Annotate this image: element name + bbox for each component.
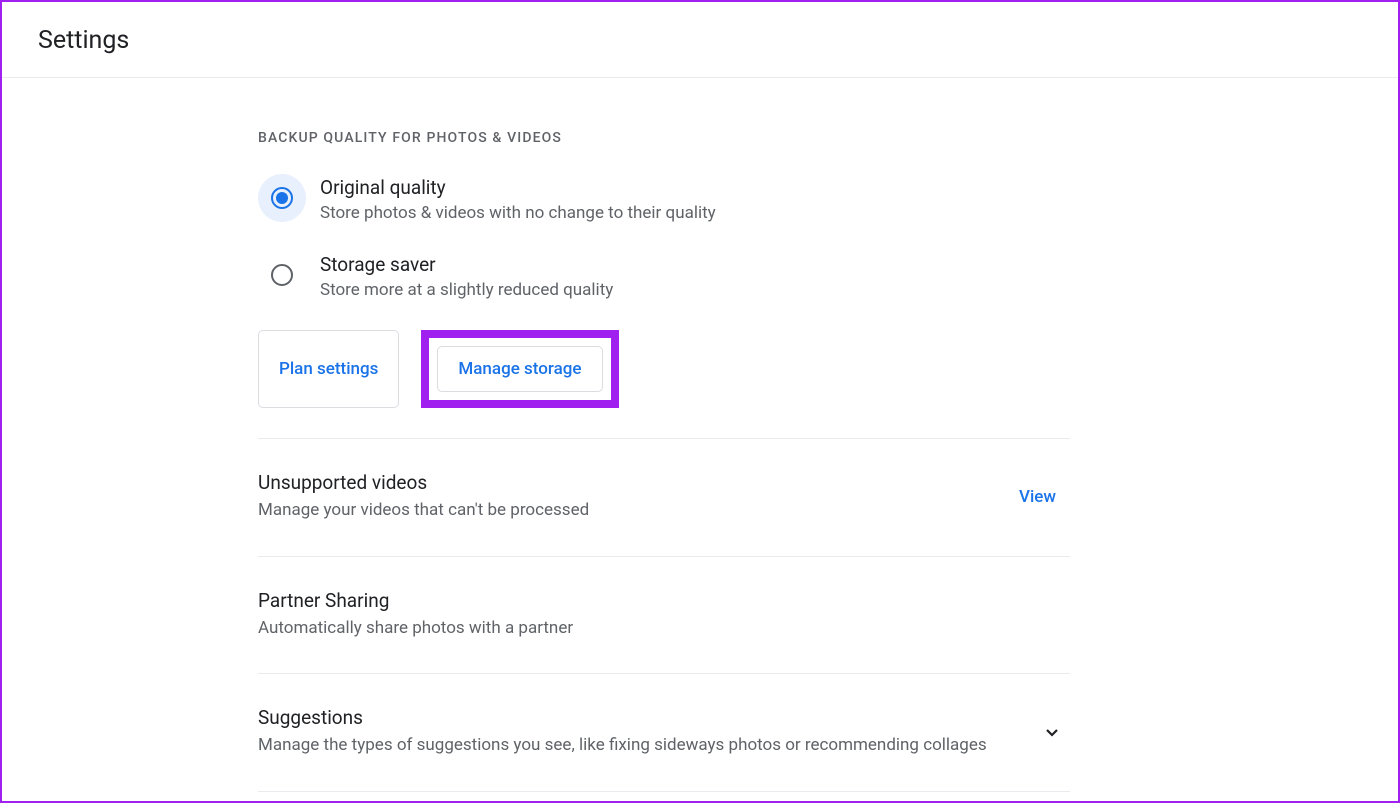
radio-text-block: Storage saver Store more at a slightly r… bbox=[320, 251, 613, 300]
radio-indicator-original bbox=[258, 174, 306, 222]
backup-quality-heading: Backup quality for photos & videos bbox=[258, 130, 1070, 146]
radio-description: Store more at a slightly reduced quality bbox=[320, 280, 613, 300]
radio-outer-circle bbox=[271, 264, 293, 286]
setting-description: Manage the types of suggestions you see,… bbox=[258, 733, 1020, 759]
setting-description: Automatically share photos with a partne… bbox=[258, 616, 1050, 642]
radio-title: Original quality bbox=[320, 176, 716, 199]
radio-outer-circle bbox=[271, 187, 293, 209]
view-unsupported-button[interactable]: View bbox=[1005, 479, 1070, 515]
radio-option-storage-saver[interactable]: Storage saver Store more at a slightly r… bbox=[258, 251, 1070, 300]
backup-buttons-row: Plan settings Manage storage bbox=[258, 330, 1070, 408]
setting-text-block: Partner Sharing Automatically share phot… bbox=[258, 589, 1070, 642]
setting-title: Suggestions bbox=[258, 706, 1020, 729]
radio-text-block: Original quality Store photos & videos w… bbox=[320, 174, 716, 223]
partner-sharing-row[interactable]: Partner Sharing Automatically share phot… bbox=[258, 557, 1070, 675]
setting-title: Partner Sharing bbox=[258, 589, 1050, 612]
settings-scroll-area[interactable]: Backup quality for photos & videos Origi… bbox=[2, 80, 1398, 801]
plan-settings-button[interactable]: Plan settings bbox=[258, 330, 399, 408]
scroll-spacer bbox=[258, 792, 1070, 802]
chevron-down-icon bbox=[1040, 720, 1064, 744]
setting-text-block: Suggestions Manage the types of suggesti… bbox=[258, 706, 1040, 759]
manage-storage-highlight: Manage storage bbox=[421, 330, 618, 408]
setting-text-block: Unsupported videos Manage your videos th… bbox=[258, 471, 1005, 524]
page-title: Settings bbox=[38, 26, 1362, 55]
radio-title: Storage saver bbox=[320, 253, 613, 276]
unsupported-videos-row[interactable]: Unsupported videos Manage your videos th… bbox=[258, 439, 1070, 557]
setting-title: Unsupported videos bbox=[258, 471, 985, 494]
radio-description: Store photos & videos with no change to … bbox=[320, 203, 716, 223]
radio-inner-dot bbox=[276, 192, 288, 204]
setting-description: Manage your videos that can't be process… bbox=[258, 498, 985, 524]
radio-indicator-saver bbox=[258, 251, 306, 299]
manage-storage-button[interactable]: Manage storage bbox=[437, 346, 602, 392]
settings-header: Settings bbox=[2, 2, 1398, 78]
suggestions-row[interactable]: Suggestions Manage the types of suggesti… bbox=[258, 674, 1070, 792]
settings-content: Backup quality for photos & videos Origi… bbox=[258, 80, 1070, 801]
radio-option-original-quality[interactable]: Original quality Store photos & videos w… bbox=[258, 174, 1070, 223]
